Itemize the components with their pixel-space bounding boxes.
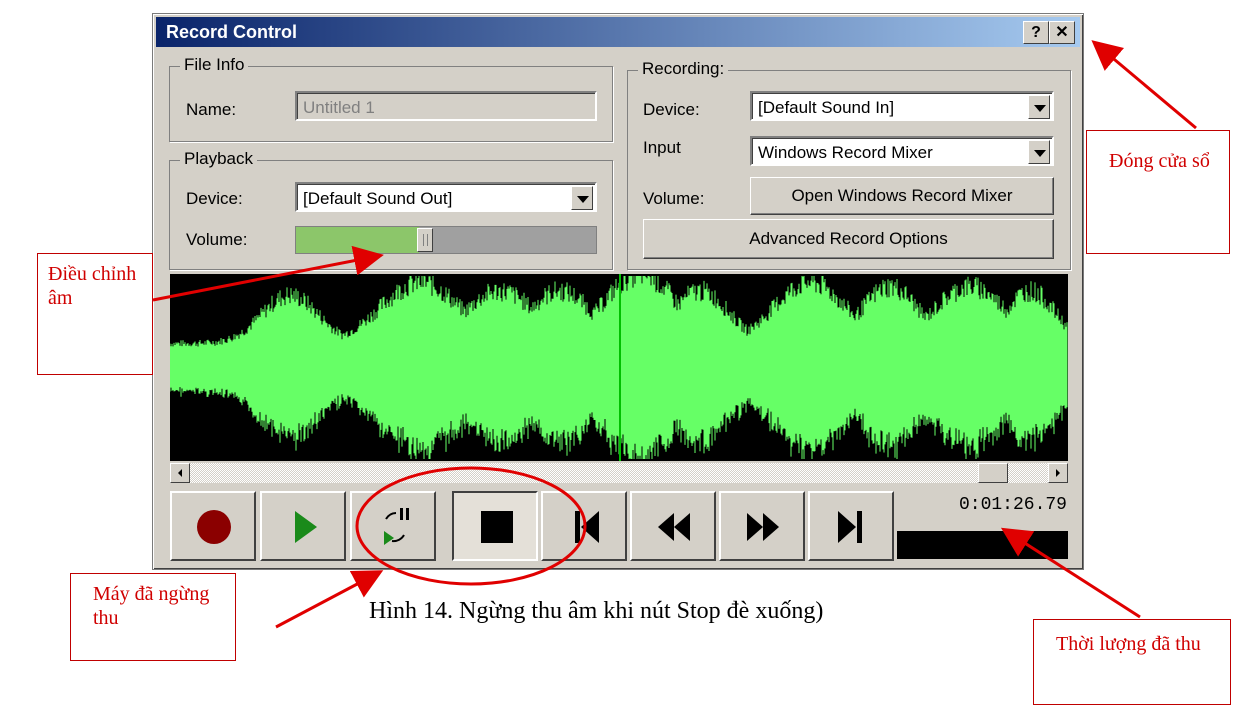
close-button[interactable]: ✕	[1049, 21, 1075, 44]
scroll-left-button[interactable]	[170, 463, 190, 483]
playback-volume-label: Volume:	[186, 230, 248, 249]
playback-device-label: Device:	[186, 189, 243, 208]
scroll-thumb[interactable]	[978, 463, 1008, 483]
name-field[interactable]: Untitled 1	[295, 91, 597, 121]
recording-input-select[interactable]: Windows Record Mixer	[750, 136, 1054, 166]
fast-forward-icon	[747, 513, 779, 541]
go-to-end-button[interactable]	[808, 491, 894, 561]
chevron-down-icon[interactable]	[1028, 140, 1050, 164]
playback-label: Playback	[180, 149, 257, 169]
title-bar: Record Control ? ✕	[156, 17, 1080, 47]
go-to-start-button[interactable]	[541, 491, 627, 561]
recording-device-select[interactable]: [Default Sound In]	[750, 91, 1054, 121]
recording-volume-label: Volume:	[643, 189, 705, 208]
volume-slider-thumb[interactable]	[417, 228, 433, 252]
recording-label: Recording:	[638, 59, 729, 79]
playback-device-value: [Default Sound Out]	[303, 189, 453, 208]
rewind-icon	[658, 513, 690, 541]
recording-input-label: Input	[643, 138, 681, 157]
scroll-right-button[interactable]	[1048, 463, 1068, 483]
annotation-stopped: Máy đã ngừng thu	[70, 573, 236, 661]
annotation-duration: Thời lượng đã thu	[1033, 619, 1231, 705]
playback-device-select[interactable]: [Default Sound Out]	[295, 182, 597, 212]
annotation-adjust-volume: Điều chỉnh âm	[37, 253, 153, 375]
playback-volume-slider[interactable]	[295, 226, 597, 254]
record-icon	[197, 510, 231, 544]
fast-forward-button[interactable]	[719, 491, 805, 561]
stop-button[interactable]	[452, 491, 538, 561]
recording-device-value: [Default Sound In]	[758, 98, 895, 117]
waveform-display[interactable]	[169, 274, 1068, 461]
waveform	[169, 274, 1068, 461]
window-title: Record Control	[166, 22, 298, 42]
annotation-stopped-text: Máy đã ngừng thu	[93, 583, 210, 629]
record-control-window: Record Control ? ✕ File Info Name: Untit…	[152, 13, 1084, 570]
pause-loop-button[interactable]	[350, 491, 436, 561]
chevron-down-icon[interactable]	[1028, 95, 1050, 119]
chevron-down-icon[interactable]	[571, 186, 593, 210]
arrow-to-stop	[275, 570, 384, 629]
annotation-duration-text: Thời lượng đã thu	[1056, 633, 1201, 655]
help-button[interactable]: ?	[1023, 21, 1049, 44]
waveform-path	[169, 276, 1068, 459]
stop-icon	[481, 511, 513, 543]
waveform-scrollbar[interactable]	[170, 463, 1068, 483]
skip-forward-icon	[838, 511, 862, 543]
play-button[interactable]	[260, 491, 346, 561]
annotation-adjust-volume-text: Điều chỉnh âm	[48, 263, 137, 309]
rewind-button[interactable]	[630, 491, 716, 561]
advanced-record-options-button[interactable]: Advanced Record Options	[643, 219, 1054, 259]
pause-loop-icon	[384, 508, 409, 545]
figure-caption: Hình 14. Ngừng thu âm khi nút Stop đè xu…	[369, 598, 824, 624]
play-icon	[295, 511, 317, 543]
chevron-left-icon	[178, 469, 182, 477]
skip-back-icon	[575, 511, 599, 543]
level-meter	[897, 531, 1068, 559]
chevron-right-icon	[1056, 469, 1060, 477]
recording-device-label: Device:	[643, 100, 700, 119]
elapsed-time: 0:01:26.79	[958, 495, 1067, 515]
open-record-mixer-button[interactable]: Open Windows Record Mixer	[750, 177, 1054, 215]
file-info-label: File Info	[180, 55, 249, 75]
annotation-close-window-text: Đóng cửa sổ	[1109, 150, 1210, 172]
name-label: Name:	[186, 100, 237, 119]
recording-input-value: Windows Record Mixer	[758, 143, 933, 162]
record-button[interactable]	[170, 491, 256, 561]
annotation-close-window: Đóng cửa sổ	[1086, 130, 1230, 254]
volume-slider-fill	[296, 227, 419, 253]
arrow-to-close	[1091, 40, 1197, 130]
